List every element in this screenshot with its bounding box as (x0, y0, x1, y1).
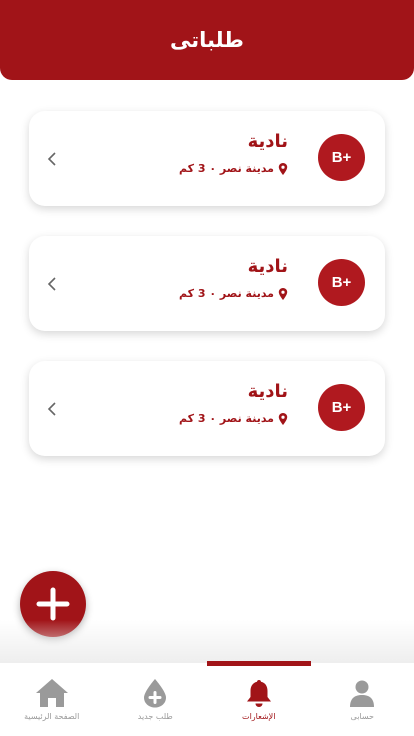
nav-label: الصفحة الرئيسية (24, 712, 80, 721)
nav-label: طلب جديد (137, 712, 173, 721)
app-screen: طلباتى B+ نادية مدينة نصر ٠ 3 كم B+ نادي… (0, 0, 414, 736)
blood-drop-plus-icon (144, 679, 167, 708)
location-text: مدينة نصر ٠ 3 كم (178, 287, 274, 300)
request-location: مدينة نصر ٠ 3 كم (179, 287, 288, 300)
location-pin-icon (278, 287, 288, 300)
request-card[interactable]: B+ نادية مدينة نصر ٠ 3 كم (29, 361, 385, 456)
location-pin-icon (278, 412, 288, 425)
nav-item-home[interactable]: الصفحة الرئيسية (0, 663, 104, 736)
request-location: مدينة نصر ٠ 3 كم (179, 162, 288, 175)
blood-type-badge: B+ (318, 384, 365, 431)
nav-label: حسابى (350, 712, 374, 721)
blood-type-badge: B+ (318, 259, 365, 306)
location-text: مدينة نصر ٠ 3 كم (178, 412, 274, 425)
requester-name: نادية (247, 131, 288, 152)
requests-list: B+ نادية مدينة نصر ٠ 3 كم B+ نادية مدينة… (29, 111, 385, 486)
blood-type-badge: B+ (318, 134, 365, 181)
location-text: مدينة نصر ٠ 3 كم (178, 162, 274, 175)
person-icon (350, 680, 375, 707)
page-title: طلباتى (170, 28, 244, 52)
bottom-fade (0, 620, 414, 663)
location-pin-icon (278, 162, 288, 175)
chevron-left-icon[interactable] (47, 151, 57, 167)
chevron-left-icon[interactable] (47, 401, 57, 417)
app-header: طلباتى (0, 0, 414, 80)
nav-item-new-request[interactable]: طلب جديد (104, 663, 208, 736)
plus-icon (36, 587, 70, 621)
nav-label: الإشعارات (242, 712, 276, 721)
requester-name: نادية (247, 256, 288, 277)
request-card[interactable]: B+ نادية مدينة نصر ٠ 3 كم (29, 236, 385, 331)
bell-icon (246, 680, 271, 707)
chevron-left-icon[interactable] (47, 276, 57, 292)
home-icon (35, 679, 68, 707)
nav-item-account[interactable]: حسابى (311, 663, 414, 736)
request-card[interactable]: B+ نادية مدينة نصر ٠ 3 كم (29, 111, 385, 206)
requester-name: نادية (247, 381, 288, 402)
request-location: مدينة نصر ٠ 3 كم (179, 412, 288, 425)
bottom-navigation: حسابى الإشعارات طلب جديد الصفحة الرئيسية (0, 661, 414, 736)
active-tab-indicator (207, 661, 311, 666)
nav-item-notifications[interactable]: الإشعارات (207, 661, 311, 736)
